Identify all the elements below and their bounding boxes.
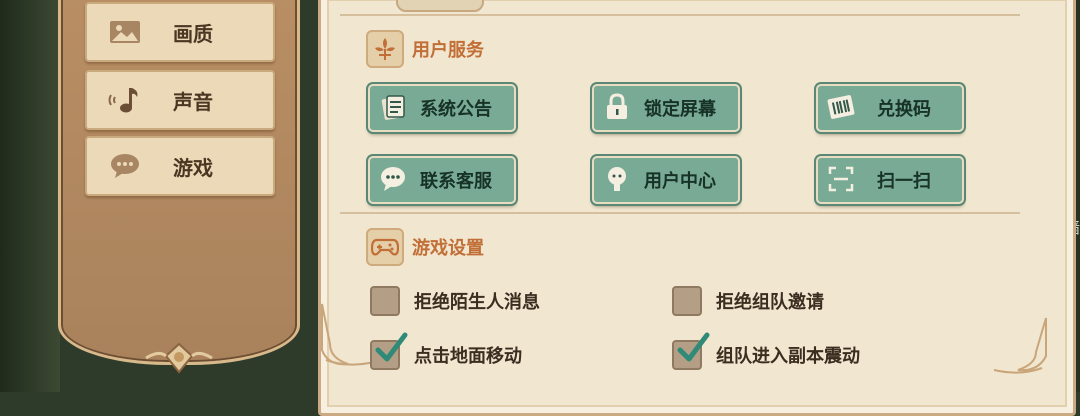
game-settings-header: 游戏设置 [366,228,484,266]
scan-button[interactable]: 扫一扫 [816,156,964,204]
divider [340,14,1020,16]
team-dungeon-vibrate-option[interactable]: 组队进入副本震动 [672,332,860,370]
tab-sound[interactable]: 声音 [85,70,275,130]
ornament-icon [145,342,213,374]
gamepad-icon [366,228,404,266]
chat-bubble-icon [107,152,143,180]
reject-team-invites-option[interactable]: 拒绝组队邀请 [672,286,824,316]
scan-label: 扫一扫 [877,171,931,192]
option-label: 拒绝组队邀请 [716,292,824,313]
corner-flourish-icon [993,317,1047,374]
system-notice-label: 系统公告 [420,99,492,120]
tap-ground-move-option[interactable]: 点击地面移动 [370,332,522,370]
settings-menu-panel: 画质 声音 游戏 [58,0,300,374]
reject-stranger-messages-option[interactable]: 拒绝陌生人消息 [370,286,540,316]
lock-screen-label: 锁定屏幕 [644,99,716,120]
divider [340,212,1020,214]
fleur-emblem-icon [366,30,404,68]
checkbox-checked[interactable] [672,332,710,370]
panel-top-tab [396,0,484,12]
checkbox-checked[interactable] [370,332,408,370]
option-label: 点击地面移动 [414,346,522,367]
tab-game[interactable]: 游戏 [85,136,275,196]
checkmark-icon [375,332,408,362]
user-center-label: 用户中心 [644,171,716,192]
image-icon [107,18,143,46]
music-note-icon [107,86,143,114]
checkbox[interactable] [370,286,400,316]
option-label: 组队进入副本震动 [716,346,860,367]
user-center-button[interactable]: 用户中心 [592,156,740,204]
redeem-code-button[interactable]: 兑换码 [816,84,964,132]
background-left [0,0,60,392]
contact-support-label: 联系客服 [420,171,492,192]
system-notice-button[interactable]: 系统公告 [368,84,516,132]
redeem-code-label: 兑换码 [877,99,931,120]
tab-graphics-label: 画质 [173,21,213,46]
checkbox[interactable] [672,286,702,316]
tab-sound-label: 声音 [173,89,213,114]
user-services-header: 用户服务 [366,30,484,68]
checkmark-icon [677,332,710,362]
user-services-title: 用户服务 [412,40,484,61]
tab-graphics[interactable]: 画质 [85,2,275,62]
contact-support-button[interactable]: 联系客服 [368,156,516,204]
game-settings-title: 游戏设置 [412,238,484,259]
lock-screen-button[interactable]: 锁定屏幕 [592,84,740,132]
tab-game-label: 游戏 [173,155,213,180]
corner-flourish-icon [321,303,375,366]
option-label: 拒绝陌生人消息 [414,292,540,313]
